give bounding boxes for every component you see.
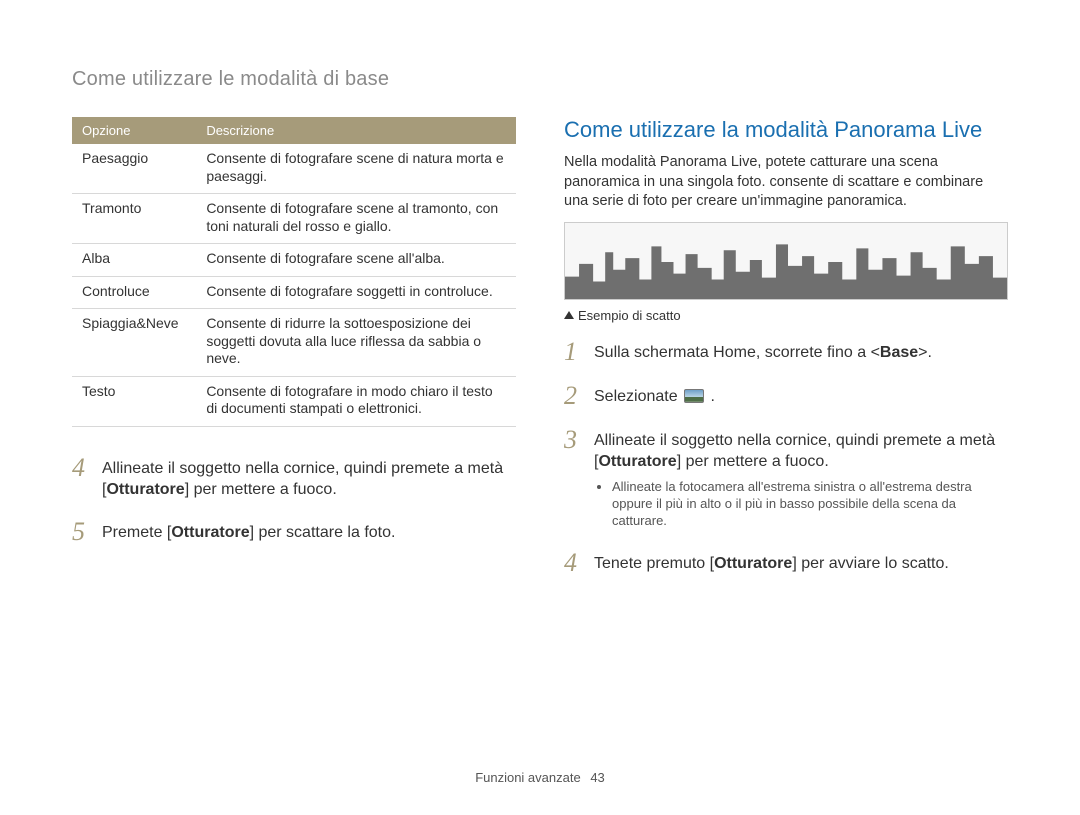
caption-text: Esempio di scatto [578, 308, 681, 323]
step-text: ] per scattare la foto. [250, 524, 396, 541]
skyline-icon [565, 223, 1007, 299]
page-title: Come utilizzare le modalità di base [72, 68, 1008, 91]
table-row: Testo Consente di fotografare in modo ch… [72, 376, 516, 426]
step-5: 5 Premete [Otturatore] per scattare la f… [72, 519, 516, 545]
bullet-item: Allineate la fotocamera all'estrema sini… [612, 479, 1008, 530]
opt-desc: Consente di ridurre la sottoesposizione … [196, 309, 516, 377]
left-column: Opzione Descrizione Paesaggio Consente d… [72, 117, 516, 594]
step-number: 4 [564, 550, 584, 576]
left-steps: 4 Allineate il soggetto nella cornice, q… [72, 455, 516, 545]
step-bold: Otturatore [171, 524, 249, 541]
triangle-up-icon [564, 311, 574, 319]
opt-desc: Consente di fotografare soggetti in cont… [196, 276, 516, 309]
manual-page: Come utilizzare le modalità di base Opzi… [0, 0, 1080, 634]
step-4-right: 4 Tenete premuto [Otturatore] per avviar… [564, 550, 1008, 576]
step-text: Sulla schermata Home, scorrete fino a < [594, 344, 880, 361]
opt-name: Spiaggia&Neve [72, 309, 196, 377]
step-text: ] per mettere a fuoco. [185, 481, 337, 498]
section-intro: Nella modalità Panorama Live, potete cat… [564, 153, 1008, 212]
page-footer: Funzioni avanzate 43 [0, 770, 1080, 785]
table-row: Paesaggio Consente di fotografare scene … [72, 144, 516, 194]
step-2: 2 Selezionate . [564, 383, 1008, 409]
panorama-mode-icon [684, 389, 704, 403]
step-bold: Otturatore [714, 555, 792, 572]
step-4: 4 Allineate il soggetto nella cornice, q… [72, 455, 516, 501]
step-number: 1 [564, 339, 584, 365]
opt-name: Testo [72, 376, 196, 426]
table-row: Alba Consente di fotografare scene all'a… [72, 244, 516, 277]
th-option: Opzione [72, 117, 196, 144]
step-text: >. [918, 344, 932, 361]
step-number: 5 [72, 519, 92, 545]
step-text: ] per mettere a fuoco. [677, 453, 829, 470]
step-number: 3 [564, 427, 584, 532]
opt-desc: Consente di fotografare in modo chiaro i… [196, 376, 516, 426]
step-text: Tenete premuto [ [594, 555, 714, 572]
opt-name: Paesaggio [72, 144, 196, 194]
opt-name: Tramonto [72, 194, 196, 244]
step-body: Selezionate . [594, 383, 1008, 409]
step-number: 2 [564, 383, 584, 409]
step-1: 1 Sulla schermata Home, scorrete fino a … [564, 339, 1008, 365]
step-text: . [706, 388, 715, 405]
step-bold: Base [880, 344, 918, 361]
step-body: Tenete premuto [Otturatore] per avviare … [594, 550, 1008, 576]
step-text: Selezionate [594, 388, 682, 405]
step-bold: Otturatore [598, 453, 676, 470]
options-table: Opzione Descrizione Paesaggio Consente d… [72, 117, 516, 427]
opt-desc: Consente di fotografare scene al tramont… [196, 194, 516, 244]
th-description: Descrizione [196, 117, 516, 144]
page-number: 43 [590, 770, 604, 785]
panorama-example-image [564, 222, 1008, 300]
table-row: Tramonto Consente di fotografare scene a… [72, 194, 516, 244]
right-steps: 1 Sulla schermata Home, scorrete fino a … [564, 339, 1008, 576]
footer-label: Funzioni avanzate [475, 770, 581, 785]
opt-name: Controluce [72, 276, 196, 309]
step-text: Premete [ [102, 524, 171, 541]
step-number: 4 [72, 455, 92, 501]
opt-desc: Consente di fotografare scene di natura … [196, 144, 516, 194]
content-columns: Opzione Descrizione Paesaggio Consente d… [72, 117, 1008, 594]
table-row: Controluce Consente di fotografare sogge… [72, 276, 516, 309]
section-title: Come utilizzare la modalità Panorama Liv… [564, 117, 1008, 143]
step-text: ] per avviare lo scatto. [792, 555, 949, 572]
right-column: Come utilizzare la modalità Panorama Liv… [564, 117, 1008, 594]
step-3: 3 Allineate il soggetto nella cornice, q… [564, 427, 1008, 532]
step-body: Allineate il soggetto nella cornice, qui… [102, 455, 516, 501]
step-body: Sulla schermata Home, scorrete fino a <B… [594, 339, 1008, 365]
opt-desc: Consente di fotografare scene all'alba. [196, 244, 516, 277]
example-caption: Esempio di scatto [564, 308, 1008, 323]
step-body: Premete [Otturatore] per scattare la fot… [102, 519, 516, 545]
step-bullets: Allineate la fotocamera all'estrema sini… [594, 479, 1008, 530]
step-body: Allineate il soggetto nella cornice, qui… [594, 427, 1008, 532]
step-bold: Otturatore [106, 481, 184, 498]
table-row: Spiaggia&Neve Consente di ridurre la sot… [72, 309, 516, 377]
opt-name: Alba [72, 244, 196, 277]
